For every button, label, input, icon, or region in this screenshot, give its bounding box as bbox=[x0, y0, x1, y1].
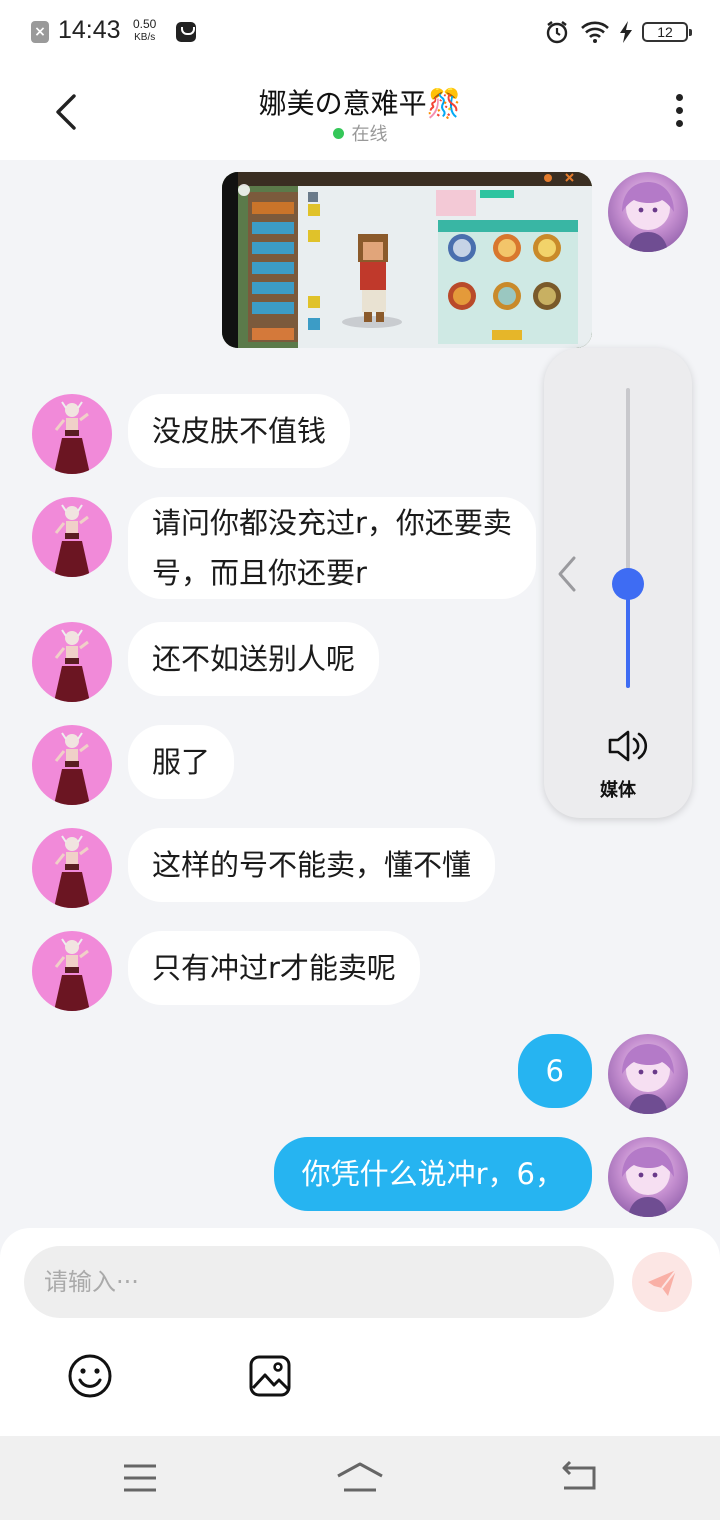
message-bubble[interactable]: 请问你都没充过r，你还要卖 号，而且你还要r bbox=[128, 497, 536, 599]
my-message-bubble[interactable]: 你凭什么说冲r，6， bbox=[273, 1137, 592, 1211]
contact-avatar[interactable] bbox=[32, 497, 112, 577]
system-nav-bar bbox=[0, 1436, 720, 1520]
status-bar: × 14:43 0.50 KB/s 12 bbox=[0, 0, 720, 64]
message-text: 还不如送别人呢 bbox=[152, 642, 356, 676]
my-avatar[interactable] bbox=[608, 1034, 688, 1114]
message-bubble[interactable]: 没皮肤不值钱 bbox=[128, 394, 351, 468]
image-icon[interactable] bbox=[246, 1352, 294, 1400]
message-bubble[interactable]: 服了 bbox=[128, 725, 235, 799]
my-message-bubble[interactable]: 6 bbox=[517, 1034, 592, 1108]
menu-icon[interactable] bbox=[122, 1460, 158, 1496]
more-vert-icon[interactable] bbox=[676, 94, 684, 130]
my-avatar[interactable] bbox=[608, 1137, 688, 1217]
back-icon[interactable] bbox=[560, 1460, 600, 1496]
message-text: 只有冲过r才能卖呢 bbox=[152, 951, 396, 985]
volume-slider-knob[interactable] bbox=[612, 568, 644, 600]
online-status: 在线 bbox=[0, 120, 720, 146]
contact-avatar[interactable] bbox=[32, 828, 112, 908]
network-speed-unit: KB/s bbox=[134, 32, 156, 43]
message-text: 这样的号不能卖，懂不懂 bbox=[152, 848, 472, 882]
online-dot-icon bbox=[332, 128, 344, 139]
contact-avatar[interactable] bbox=[32, 394, 112, 474]
wifi-icon bbox=[581, 21, 609, 43]
chevron-left-icon[interactable] bbox=[556, 554, 578, 594]
image-message[interactable] bbox=[222, 172, 592, 348]
compose-area: 请输入··· bbox=[0, 1228, 720, 1436]
close-notification-icon: × bbox=[31, 21, 49, 43]
app-notification-icon bbox=[176, 22, 196, 42]
message-text: 没皮肤不值钱 bbox=[152, 414, 327, 448]
status-time: 14:43 bbox=[58, 16, 121, 44]
my-avatar[interactable] bbox=[608, 172, 688, 252]
chat-header: 娜美の意难平🎊 在线 bbox=[0, 64, 720, 160]
message-bubble[interactable]: 只有冲过r才能卖呢 bbox=[128, 931, 420, 1005]
contact-avatar[interactable] bbox=[32, 725, 112, 805]
alarm-icon bbox=[546, 21, 568, 44]
chat-title: 娜美の意难平🎊 bbox=[258, 87, 462, 120]
message-text: 6 bbox=[545, 1054, 564, 1088]
emoji-icon[interactable] bbox=[66, 1352, 114, 1400]
contact-avatar[interactable] bbox=[32, 931, 112, 1011]
game-screenshot bbox=[222, 172, 592, 348]
battery-icon: 12 bbox=[642, 22, 692, 42]
battery-level: 12 bbox=[657, 24, 673, 40]
send-icon bbox=[648, 1269, 677, 1296]
message-text: 你凭什么说冲r，6， bbox=[301, 1157, 564, 1191]
message-bubble[interactable]: 这样的号不能卖，懂不懂 bbox=[128, 828, 496, 902]
charging-icon bbox=[620, 21, 632, 43]
message-input[interactable]: 请输入··· bbox=[24, 1246, 614, 1318]
network-speed-value: 0.50 bbox=[133, 17, 157, 31]
home-icon[interactable] bbox=[336, 1460, 384, 1496]
volume-stream-label: 媒体 bbox=[600, 780, 636, 801]
message-bubble[interactable]: 还不如送别人呢 bbox=[128, 622, 380, 696]
volume-panel: 媒体 bbox=[544, 348, 692, 818]
message-text: 号，而且你还要r bbox=[152, 556, 367, 590]
message-text: 服了 bbox=[152, 745, 211, 779]
send-button[interactable] bbox=[632, 1252, 692, 1312]
speaker-icon[interactable] bbox=[606, 728, 650, 764]
contact-avatar[interactable] bbox=[32, 622, 112, 702]
message-text: 请问你都没充过r，你还要卖 bbox=[152, 506, 512, 540]
online-status-text: 在线 bbox=[351, 124, 388, 145]
network-speed: 0.50 KB/s bbox=[133, 18, 156, 44]
